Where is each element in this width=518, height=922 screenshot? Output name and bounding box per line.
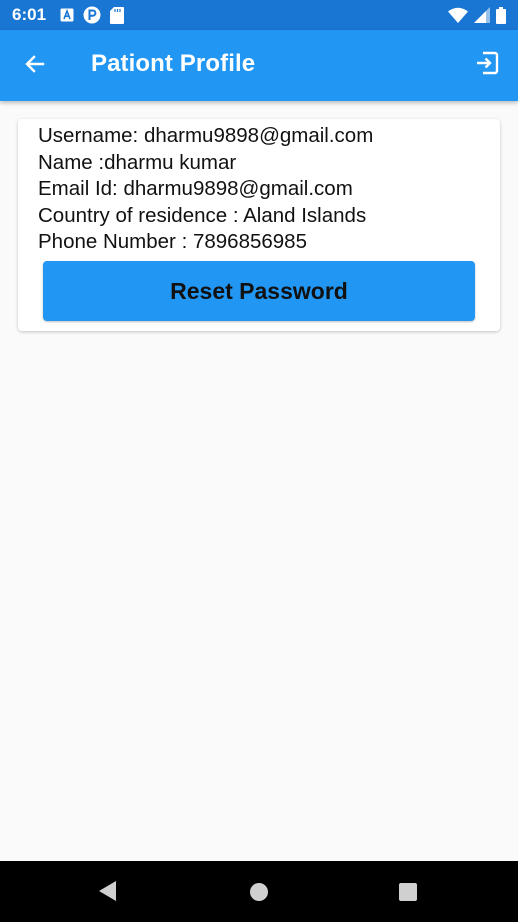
- a-notification-icon: [60, 8, 74, 22]
- status-bar: 6:01: [0, 0, 518, 30]
- status-icons-right: [448, 6, 506, 24]
- status-time: 6:01: [12, 5, 47, 24]
- battery-icon: [496, 6, 506, 24]
- logout-button[interactable]: [472, 50, 502, 80]
- phone-text: Phone Number : 7896856985: [38, 230, 307, 253]
- app-bar: Pationt Profile: [0, 30, 518, 101]
- email-text: Email Id: dharmu9898@gmail.com: [38, 177, 353, 200]
- sd-card-icon: [110, 6, 125, 24]
- arrow-left-icon: [23, 52, 47, 81]
- cell-signal-icon: [474, 7, 490, 23]
- nav-back-icon[interactable]: [98, 880, 118, 907]
- page-title: Pationt Profile: [91, 50, 256, 77]
- navigation-bar: [0, 861, 518, 922]
- status-icons-left: [60, 6, 125, 24]
- wifi-icon: [448, 7, 468, 23]
- profile-card: Username: dharmu9898@gmail.com Name :dha…: [18, 119, 500, 331]
- username-text: Username: dharmu9898@gmail.com: [38, 124, 374, 147]
- logout-icon: [474, 50, 500, 81]
- country-text: Country of residence : Aland Islands: [38, 203, 367, 227]
- reset-password-button[interactable]: Reset Password: [43, 261, 475, 321]
- profile-info: Username: dharmu9898@gmail.com Name :dha…: [38, 123, 373, 256]
- nav-home-icon[interactable]: [250, 883, 268, 901]
- name-text: Name :dharmu kumar: [38, 150, 237, 174]
- nav-recents-icon[interactable]: [399, 883, 417, 901]
- back-button[interactable]: [20, 51, 50, 81]
- p-notification-icon: [83, 6, 101, 24]
